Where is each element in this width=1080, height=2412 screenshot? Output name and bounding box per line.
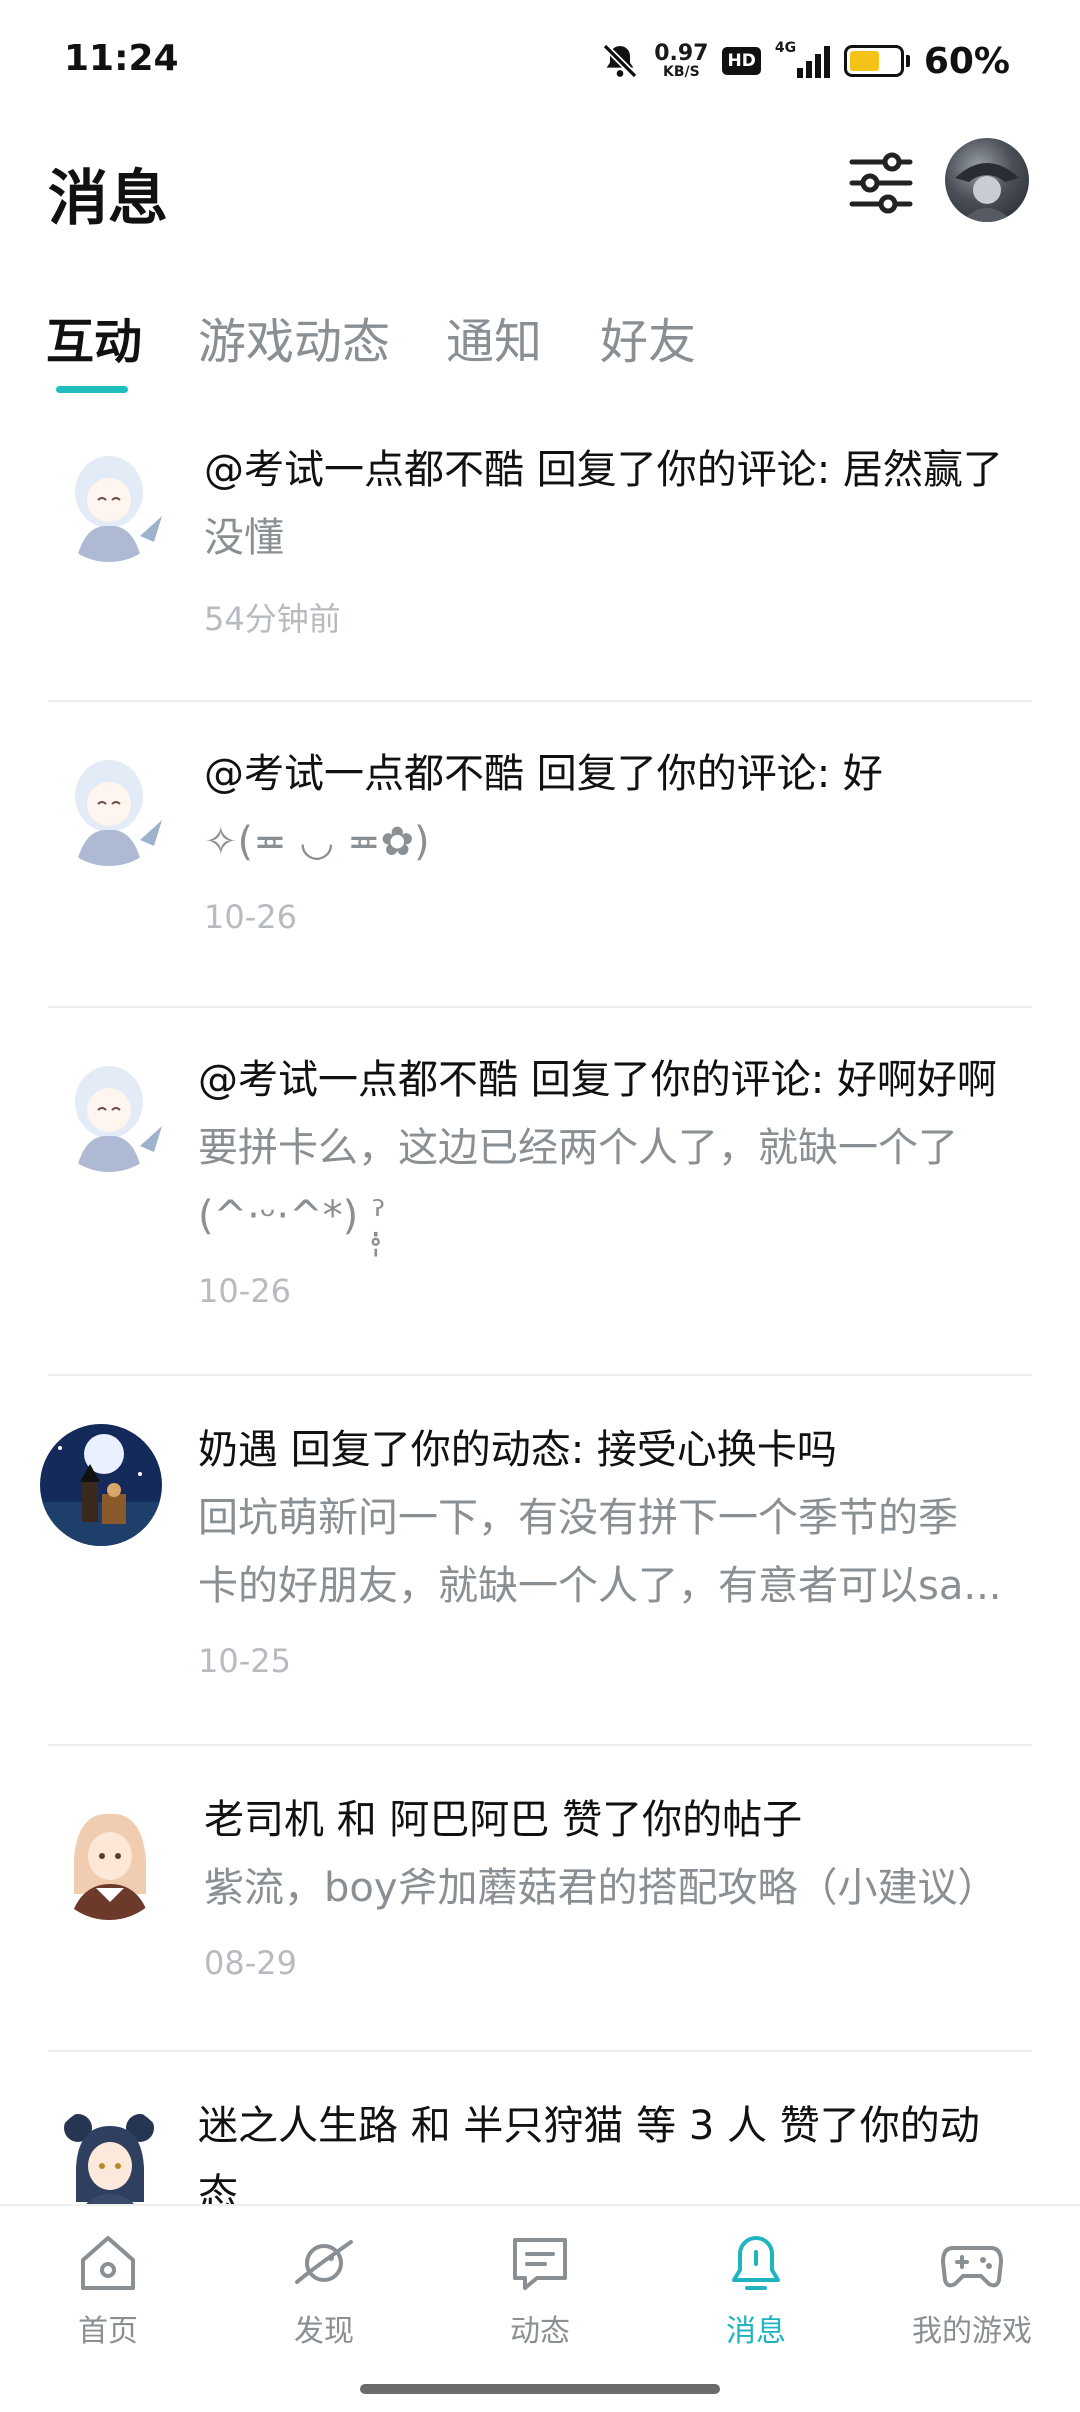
hd-badge: HD [722, 47, 761, 75]
status-time: 11:24 [64, 38, 179, 79]
divider [48, 1744, 1032, 1746]
nav-my-games[interactable]: 我的游戏 [892, 2230, 1052, 2350]
tab-friends[interactable]: 好友 [600, 302, 696, 372]
avatar[interactable] [48, 2104, 170, 2205]
battery-percent: 60% [923, 40, 1010, 82]
status-bar: 11:24 0.97 KB/S HD 4G 60% [0, 0, 1080, 120]
tab-notifications[interactable]: 通知 [446, 302, 542, 372]
list-item[interactable]: 奶遇 回复了你的动态: 接受心换卡吗 回坑萌新问一下，有没有拼下一个季节的季 卡… [0, 1416, 1080, 1766]
message-title: 迷之人生路 和 半只狩猫 等 3 人 赞了你的动 [198, 2103, 980, 2149]
message-body: 紫流，boy斧加蘑菇君的搭配攻略（小建议） [204, 1865, 998, 1911]
divider [48, 700, 1032, 702]
message-body: (^·ᵕ·^*) ˀ̣̥̩ [198, 1193, 386, 1239]
message-body: 没懂 [204, 515, 284, 561]
message-title: 老司机 和 阿巴阿巴 赞了你的帖子 [204, 1797, 803, 1843]
active-tab-indicator [56, 386, 128, 393]
status-icons: 0.97 KB/S HD 4G 60% [600, 36, 1010, 86]
nav-my-games-label: 我的游戏 [912, 2314, 1032, 2349]
message-time: 10-26 [204, 898, 297, 936]
message-list: @考试一点都不酷 回复了你的评论: 居然赢了 没懂 54分钟前 @考试一点都不酷… [0, 420, 1080, 2205]
home-icon [81, 2236, 135, 2290]
user-avatar[interactable] [945, 138, 1029, 222]
bell-muted-icon [602, 43, 638, 79]
message-content: 迷之人生路 和 半只狩猫 等 3 人 赞了你的动 态 [198, 2092, 1032, 2205]
divider [48, 2050, 1032, 2052]
message-title: 奶遇 回复了你的动态: 接受心换卡吗 [198, 1427, 837, 1473]
filter-settings-icon[interactable] [848, 150, 914, 216]
message-content: @考试一点都不酷 回复了你的评论: 居然赢了 没懂 54分钟前 [204, 436, 1032, 640]
message-content: @考试一点都不酷 回复了你的评论: 好啊好啊 要拼卡么，这边已经两个人了，就缺一… [198, 1046, 1032, 1310]
list-item[interactable]: @考试一点都不酷 回复了你的评论: 好 ✧(≖ ◡ ≖✿) 10-26 [0, 740, 1080, 1030]
avatar[interactable] [48, 1798, 170, 1920]
message-body: 回坑萌新问一下，有没有拼下一个季节的季 [198, 1495, 958, 1541]
nav-home[interactable]: 首页 [28, 2230, 188, 2350]
header: 消息 [0, 120, 1080, 260]
nav-messages[interactable]: 消息 [676, 2230, 836, 2350]
avatar[interactable] [40, 1424, 162, 1546]
page-title: 消息 [48, 164, 168, 234]
signal-icon: 4G [775, 40, 830, 78]
message-body: ✧(≖ ◡ ≖✿) [204, 819, 430, 865]
network-speed-value: 0.97 [654, 41, 709, 66]
nav-feed[interactable]: 动态 [460, 2230, 620, 2350]
message-title: @考试一点都不酷 回复了你的评论: 居然赢了 [204, 447, 1003, 493]
message-content: @考试一点都不酷 回复了你的评论: 好 ✧(≖ ◡ ≖✿) 10-26 [204, 740, 1032, 936]
divider [48, 1374, 1032, 1376]
message-title: @考试一点都不酷 回复了你的评论: 好 [204, 751, 883, 797]
tab-game-news[interactable]: 游戏动态 [198, 302, 390, 372]
message-content: 奶遇 回复了你的动态: 接受心换卡吗 回坑萌新问一下，有没有拼下一个季节的季 卡… [198, 1416, 1032, 1680]
network-speed-unit: KB/S [662, 64, 700, 80]
planet-icon [295, 2240, 353, 2284]
gamepad-icon [941, 2246, 1003, 2288]
bell-icon [732, 2236, 780, 2290]
nav-feed-label: 动态 [510, 2314, 570, 2349]
list-item[interactable]: @考试一点都不酷 回复了你的评论: 居然赢了 没懂 54分钟前 [0, 436, 1080, 726]
list-item[interactable]: 老司机 和 阿巴阿巴 赞了你的帖子 紫流，boy斧加蘑菇君的搭配攻略（小建议） … [0, 1786, 1080, 2076]
message-content: 老司机 和 阿巴阿巴 赞了你的帖子 紫流，boy斧加蘑菇君的搭配攻略（小建议） … [204, 1786, 1032, 1982]
avatar[interactable] [48, 440, 170, 562]
message-tabs: 互动 游戏动态 通知 好友 [0, 290, 1080, 400]
message-title-continued: 态 [198, 2171, 238, 2205]
avatar[interactable] [48, 1050, 170, 1172]
message-time: 54分钟前 [204, 600, 341, 638]
message-time: 10-25 [198, 1642, 291, 1680]
list-item[interactable]: 迷之人生路 和 半只狩猫 等 3 人 赞了你的动 态 [0, 2092, 1080, 2205]
nav-discover-label: 发现 [294, 2314, 354, 2349]
bottom-nav: 首页 发现 动态 消息 我的游戏 [0, 2204, 1080, 2366]
message-body: 要拼卡么，这边已经两个人了，就缺一个了 [198, 1125, 958, 1171]
battery-icon [843, 45, 910, 77]
chat-bubble-icon [513, 2238, 567, 2290]
tab-interaction[interactable]: 互动 [46, 302, 142, 372]
network-speed: 0.97 KB/S [654, 41, 709, 80]
message-title: @考试一点都不酷 回复了你的评论: 好啊好啊 [198, 1057, 997, 1103]
avatar[interactable] [48, 744, 170, 866]
network-type: 4G [774, 40, 797, 56]
message-time: 10-26 [198, 1272, 291, 1310]
home-indicator[interactable] [360, 2384, 720, 2394]
nav-home-label: 首页 [78, 2314, 138, 2349]
message-time: 08-29 [204, 1944, 297, 1982]
nav-messages-label: 消息 [726, 2314, 786, 2349]
message-body: 卡的好朋友，就缺一个人了，有意者可以sa... [198, 1563, 1002, 1609]
list-item[interactable]: @考试一点都不酷 回复了你的评论: 好啊好啊 要拼卡么，这边已经两个人了，就缺一… [0, 1046, 1080, 1396]
divider [48, 1006, 1032, 1008]
nav-discover[interactable]: 发现 [244, 2230, 404, 2350]
